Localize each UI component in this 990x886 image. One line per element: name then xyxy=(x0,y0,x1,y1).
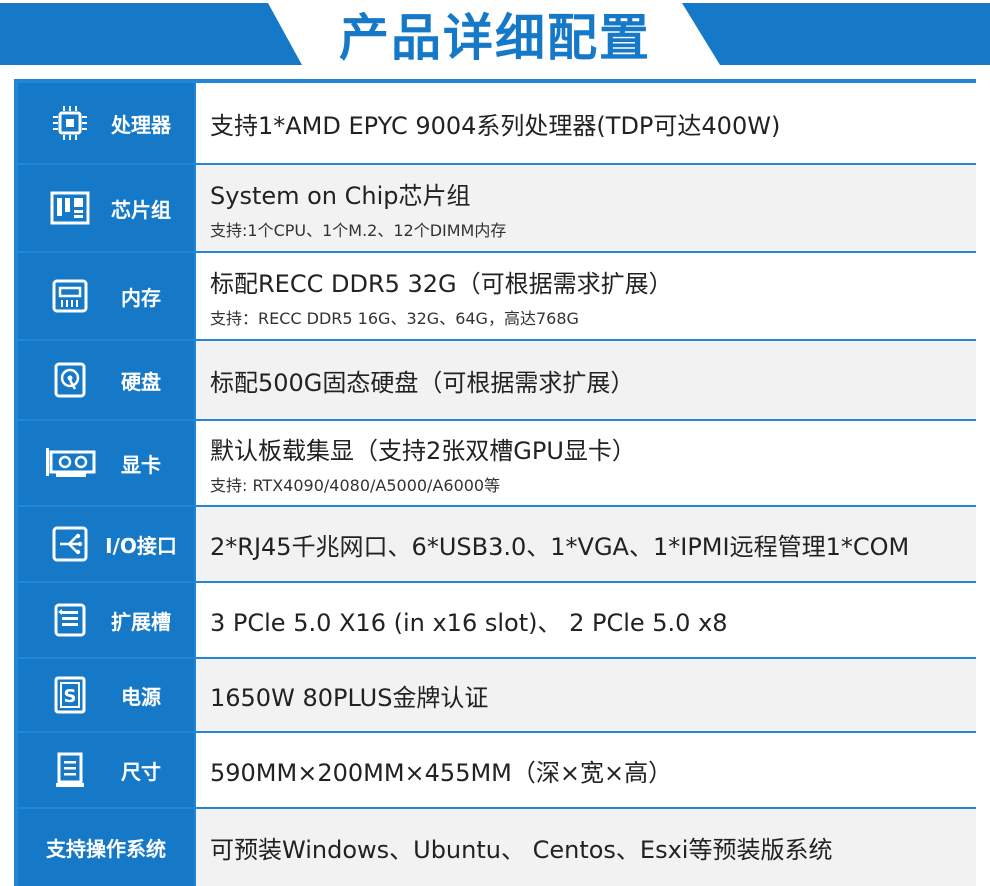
spec-label: 处理器 xyxy=(111,112,171,137)
spec-label: 尺寸 xyxy=(121,759,161,784)
spec-row-cpu: 处理器 支持1*AMD EPYC 9004系列处理器(TDP可达400W) xyxy=(14,83,976,163)
spec-value: 2*RJ45千兆网口、6*USB3.0、1*VGA、1*IPMI远程管理1*CO… xyxy=(210,532,910,561)
chipset-icon xyxy=(50,188,90,228)
spec-label-cell: 扩展槽 xyxy=(18,583,194,657)
spec-value-cell: 1650W 80PLUS金牌认证 xyxy=(196,659,976,731)
header-banner: 产品详细配置 xyxy=(0,0,990,68)
spec-row-graphics-card: 显卡 默认板载集显（支持2张双槽GPU显卡） 支持: RTX4090/4080/… xyxy=(14,421,976,505)
spec-value-cell: 3 PCle 5.0 X16 (in x16 slot)、 2 PCle 5.0… xyxy=(196,583,976,657)
spec-value: 默认板载集显（支持2张双槽GPU显卡） xyxy=(210,436,636,465)
chassis-size-icon xyxy=(50,750,90,790)
spec-subvalue: 支持: RTX4090/4080/A5000/A6000等 xyxy=(210,475,501,495)
spec-row-chipset: 芯片组 System on Chip芯片组 支持:1个CPU、1个M.2、12个… xyxy=(14,165,976,251)
spec-label: I/O接口 xyxy=(105,533,177,558)
spec-label-cell: S 电源 xyxy=(18,659,194,731)
spec-value: 标配RECC DDR5 32G（可根据需求扩展） xyxy=(210,269,673,298)
spec-row-io: I/O接口 2*RJ45千兆网口、6*USB3.0、1*VGA、1*IPMI远程… xyxy=(14,507,976,581)
hard-disk-icon xyxy=(50,360,90,400)
spec-subvalue: 支持：RECC DDR5 16G、32G、64G，高达768G xyxy=(210,308,579,328)
spec-row-size: 尺寸 590MM×200MM×455MM（深×宽×高） xyxy=(14,733,976,807)
spec-value: 1650W 80PLUS金牌认证 xyxy=(210,683,489,712)
spec-value-cell: 590MM×200MM×455MM（深×宽×高） xyxy=(196,733,976,807)
memory-icon xyxy=(50,276,90,316)
spec-value: 标配500G固态硬盘（可根据需求扩展） xyxy=(210,368,635,397)
spec-row-memory: 内存 标配RECC DDR5 32G（可根据需求扩展） 支持：RECC DDR5… xyxy=(14,253,976,339)
page-title: 产品详细配置 xyxy=(339,9,651,67)
spec-label-cell: I/O接口 xyxy=(18,507,194,581)
spec-label: 电源 xyxy=(121,684,161,709)
spec-label-cell: 显卡 xyxy=(18,421,194,505)
spec-row-power-supply: S 电源 1650W 80PLUS金牌认证 xyxy=(14,659,976,731)
spec-row-hard-disk: 硬盘 标配500G固态硬盘（可根据需求扩展） xyxy=(14,341,976,419)
spec-value: System on Chip芯片组 xyxy=(210,181,471,210)
usb-ports-icon xyxy=(50,524,90,564)
cpu-icon xyxy=(50,103,90,143)
spec-value: 590MM×200MM×455MM（深×宽×高） xyxy=(210,758,673,787)
svg-text:S: S xyxy=(64,686,77,707)
spec-label: 芯片组 xyxy=(111,197,171,222)
spec-row-expansion-slots: 扩展槽 3 PCle 5.0 X16 (in x16 slot)、 2 PCle… xyxy=(14,583,976,657)
spec-value-cell: 标配RECC DDR5 32G（可根据需求扩展） 支持：RECC DDR5 16… xyxy=(196,253,976,339)
spec-value: 3 PCle 5.0 X16 (in x16 slot)、 2 PCle 5.0… xyxy=(210,608,728,637)
power-supply-icon: S xyxy=(50,675,90,715)
spec-row-os: 支持操作系统 可预装Windows、Ubuntu、 Centos、Esxi等预装… xyxy=(14,809,976,886)
spec-subvalue: 支持:1个CPU、1个M.2、12个DIMM内存 xyxy=(210,220,507,240)
spec-label: 支持操作系统 xyxy=(46,837,166,861)
expansion-slot-icon xyxy=(50,600,90,640)
spec-label-cell: 处理器 xyxy=(18,83,194,163)
spec-value: 可预装Windows、Ubuntu、 Centos、Esxi等预装版系统 xyxy=(210,836,833,864)
spec-label-cell: 硬盘 xyxy=(18,341,194,419)
spec-table: 处理器 支持1*AMD EPYC 9004系列处理器(TDP可达400W) 芯片… xyxy=(14,79,976,886)
spec-label-cell: 尺寸 xyxy=(18,733,194,807)
spec-label-cell: 内存 xyxy=(18,253,194,339)
spec-value-cell: 支持1*AMD EPYC 9004系列处理器(TDP可达400W) xyxy=(196,83,976,163)
spec-label-cell: 支持操作系统 xyxy=(18,809,194,886)
graphics-card-icon xyxy=(44,443,96,483)
spec-value-cell: 默认板载集显（支持2张双槽GPU显卡） 支持: RTX4090/4080/A50… xyxy=(196,421,976,505)
spec-label-cell: 芯片组 xyxy=(18,165,194,251)
spec-value-cell: 2*RJ45千兆网口、6*USB3.0、1*VGA、1*IPMI远程管理1*CO… xyxy=(196,507,976,581)
spec-label: 内存 xyxy=(121,285,161,310)
spec-label: 显卡 xyxy=(121,452,161,477)
spec-value-cell: 标配500G固态硬盘（可根据需求扩展） xyxy=(196,341,976,419)
spec-value: 支持1*AMD EPYC 9004系列处理器(TDP可达400W) xyxy=(210,111,781,140)
spec-value-cell: 可预装Windows、Ubuntu、 Centos、Esxi等预装版系统 xyxy=(196,809,976,886)
spec-label: 扩展槽 xyxy=(111,609,171,634)
spec-value-cell: System on Chip芯片组 支持:1个CPU、1个M.2、12个DIMM… xyxy=(196,165,976,251)
spec-label: 硬盘 xyxy=(121,369,161,394)
